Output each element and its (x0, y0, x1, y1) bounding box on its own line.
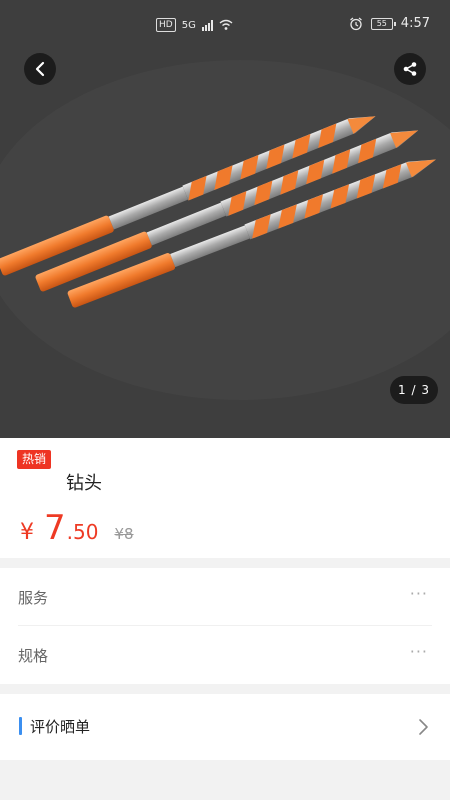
clock: 4:57 (400, 16, 430, 31)
price-currency: ¥ (20, 520, 34, 545)
service-row[interactable]: 服务 ··· (18, 568, 432, 626)
service-label: 服务 (18, 589, 49, 607)
alarm-icon (349, 17, 362, 30)
section-accent-bar (19, 717, 22, 735)
more-dots-icon: ··· (409, 642, 428, 661)
battery-indicator: 55 (370, 17, 396, 30)
hot-sale-badge: 热销 (17, 450, 52, 469)
status-left-indicators: HD 5G (156, 18, 233, 32)
spec-row[interactable]: 规格 ··· (18, 626, 432, 683)
chevron-left-icon (35, 61, 45, 77)
options-section: 服务 ··· 规格 ··· (0, 568, 450, 684)
share-icon (403, 62, 417, 76)
product-title: 钻头 (66, 473, 102, 494)
drill-bits-photo (0, 0, 450, 438)
status-right-indicators: 55 4:57 (349, 16, 430, 31)
chevron-right-icon (419, 719, 428, 735)
review-label: 评价晒单 (30, 718, 91, 736)
spec-label: 规格 (18, 647, 49, 665)
more-dots-icon: ··· (409, 584, 428, 603)
review-section[interactable]: 评价晒单 (0, 694, 450, 760)
product-image-gallery[interactable]: HD 5G 55 4:57 1 / 3 (0, 0, 450, 438)
network-type: 5G (181, 19, 196, 31)
signal-icon (201, 19, 213, 31)
gallery-counter: 1 / 3 (390, 376, 438, 404)
price-row: ¥ 7 .50 ¥8 (20, 508, 134, 548)
share-button[interactable] (394, 53, 426, 85)
product-info-card: 热销 钻头 ¥ 7 .50 ¥8 (0, 438, 450, 558)
wifi-icon (219, 19, 233, 30)
status-bar: HD 5G 55 4:57 (0, 0, 450, 50)
hd-indicator: HD (156, 18, 176, 32)
price-decimal: .50 (66, 520, 99, 544)
back-button[interactable] (24, 53, 56, 85)
price-integer: 7 (44, 508, 66, 548)
original-price: ¥8 (114, 525, 134, 543)
